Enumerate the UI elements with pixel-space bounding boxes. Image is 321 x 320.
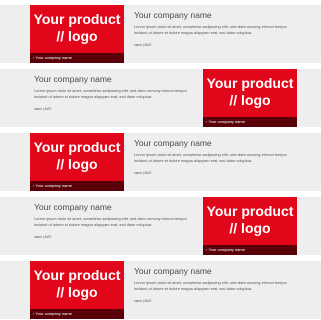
card-text-area: Your company name Lorem ipsum dolor sit … [134, 261, 296, 319]
product-logo-block[interactable]: Your product // logo › Your company name [30, 5, 124, 63]
card-small-label: name | AVIS [34, 235, 52, 239]
card-text-area: Your company name Lorem ipsum dolor sit … [34, 69, 196, 127]
card-small-label: name | AVIS [134, 171, 152, 175]
product-logo-block[interactable]: Your product // logo › Your company name [30, 133, 124, 191]
company-name-heading: Your company name [134, 266, 212, 276]
logo-footer-label: › Your company name [206, 119, 245, 124]
company-name-heading: Your company name [134, 10, 212, 20]
card-body-text: Lorem ipsum dolor sit amet, consetetur s… [134, 152, 287, 163]
logo-footer-bar: › Your company name [203, 245, 297, 255]
product-logo-block[interactable]: Your product // logo › Your company name [203, 197, 297, 255]
logo-footer-bar: › Your company name [30, 309, 124, 319]
banner-card-5[interactable]: Your product // logo › Your company name… [0, 261, 321, 319]
banner-card-2[interactable]: Your company name Lorem ipsum dolor sit … [0, 69, 321, 127]
product-logo-text: Your product // logo [33, 11, 121, 44]
card-body-text: Lorem ipsum dolor sit amet, consetetur s… [134, 24, 287, 35]
banner-card-1[interactable]: Your product // logo › Your company name… [0, 5, 321, 63]
product-logo-text: Your product // logo [33, 267, 121, 300]
logo-footer-label: › Your company name [33, 55, 72, 60]
company-name-heading: Your company name [34, 74, 112, 84]
card-small-label: name | AVIS [134, 299, 152, 303]
product-logo-text: Your product // logo [206, 75, 294, 108]
banner-stack: Your product // logo › Your company name… [0, 0, 321, 320]
card-body-text: Lorem ipsum dolor sit amet, consetetur s… [34, 88, 187, 99]
card-text-area: Your company name Lorem ipsum dolor sit … [134, 5, 296, 63]
company-name-heading: Your company name [34, 202, 112, 212]
banner-card-4[interactable]: Your company name Lorem ipsum dolor sit … [0, 197, 321, 255]
logo-footer-bar: › Your company name [203, 117, 297, 127]
logo-footer-bar: › Your company name [30, 53, 124, 63]
product-logo-text: Your product // logo [33, 139, 121, 172]
company-name-heading: Your company name [134, 138, 212, 148]
card-text-area: Your company name Lorem ipsum dolor sit … [34, 197, 196, 255]
card-body-text: Lorem ipsum dolor sit amet, consetetur s… [34, 216, 187, 227]
logo-footer-bar: › Your company name [30, 181, 124, 191]
card-body-text: Lorem ipsum dolor sit amet, consetetur s… [134, 280, 287, 291]
card-small-label: name | AVIS [134, 43, 152, 47]
card-text-area: Your company name Lorem ipsum dolor sit … [134, 133, 296, 191]
card-small-label: name | AVIS [34, 107, 52, 111]
product-logo-block[interactable]: Your product // logo › Your company name [30, 261, 124, 319]
logo-footer-label: › Your company name [33, 183, 72, 188]
banner-card-3[interactable]: Your product // logo › Your company name… [0, 133, 321, 191]
logo-footer-label: › Your company name [33, 311, 72, 316]
product-logo-block[interactable]: Your product // logo › Your company name [203, 69, 297, 127]
product-logo-text: Your product // logo [206, 203, 294, 236]
logo-footer-label: › Your company name [206, 247, 245, 252]
